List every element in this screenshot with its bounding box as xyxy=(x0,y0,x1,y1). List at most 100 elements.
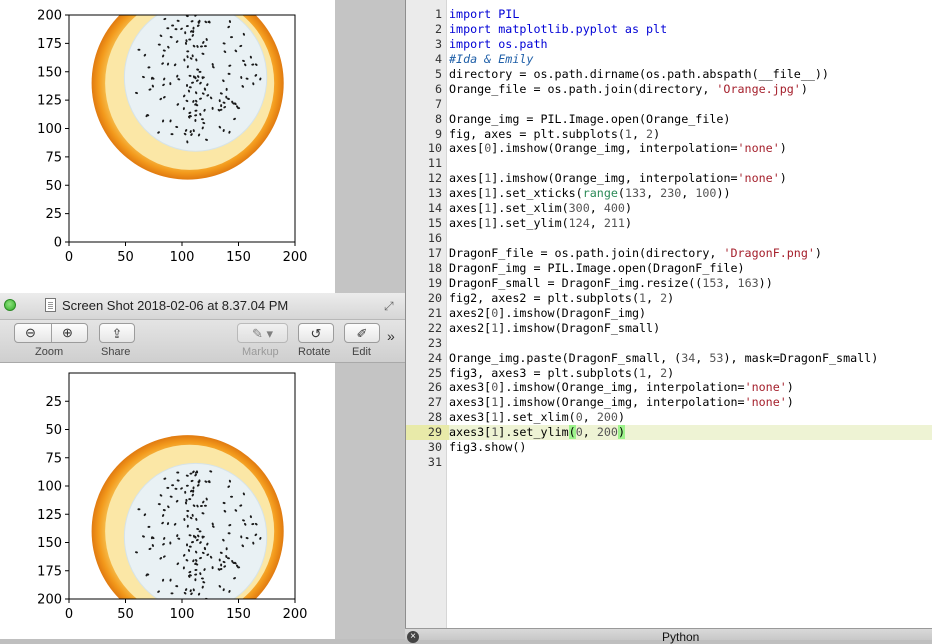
code-line[interactable]: 5 directory = os.path.dirname(os.path.abs… xyxy=(406,67,932,82)
code-line[interactable]: 13 axes[1].set_xticks(range(133, 230, 100… xyxy=(406,186,932,201)
code-token: 163 xyxy=(737,275,759,290)
code-line[interactable]: 12 axes[1].imshow(Orange_img, interpolati… xyxy=(406,171,932,186)
code-line[interactable]: 2 import matplotlib.pyplot as plt xyxy=(406,22,932,37)
document-icon xyxy=(45,298,56,312)
code-area[interactable]: 1 import PIL 2 import matplotlib.pyplot as … xyxy=(406,7,932,470)
code-token: ) xyxy=(653,126,661,141)
code-token: )) xyxy=(716,186,731,201)
code-token: #Ida & Emily xyxy=(449,51,534,66)
code-line[interactable]: 20 fig2, axes2 = plt.subplots(1, 2) xyxy=(406,291,932,306)
code-line[interactable]: 21 axes2[0].imshow(DragonF_img) xyxy=(406,306,932,321)
code-token: , xyxy=(681,186,696,201)
code-token: axes2[ xyxy=(449,305,492,320)
code-token: ) xyxy=(667,365,675,380)
line-number: 17 xyxy=(427,246,442,260)
code-line[interactable]: 25 fig3, axes3 = plt.subplots(1, 2) xyxy=(406,366,932,381)
markup-button[interactable]: ✎ ▾ xyxy=(237,323,288,343)
code-line[interactable]: 16 xyxy=(406,231,932,246)
code-token: fig3.show() xyxy=(449,440,527,455)
code-line[interactable]: 3 import os.path xyxy=(406,37,932,52)
fullscreen-icon[interactable]: ⤢ xyxy=(384,299,398,313)
code-token: 1 xyxy=(639,290,647,305)
code-token: ) xyxy=(617,410,625,425)
code-token: ].imshow(Orange_img, interpolation= xyxy=(498,395,745,410)
code-line[interactable]: 19 DragonF_small = DragonF_img.resize((15… xyxy=(406,276,932,291)
code-token: 300 xyxy=(568,201,590,216)
code-line[interactable]: 29 axes3[1].set_ylim(0, 200) xyxy=(406,425,932,441)
code-line[interactable]: 11 xyxy=(406,156,932,171)
code-line[interactable]: 9 fig, axes = plt.subplots(1, 2) xyxy=(406,127,932,142)
code-token: ].imshow(Orange_img, interpolation= xyxy=(498,380,745,395)
share-button[interactable]: ⇪ xyxy=(99,323,135,343)
code-token: Orange_img.paste(DragonF_small, ( xyxy=(449,350,682,365)
code-line[interactable]: 23 xyxy=(406,336,932,351)
code-token: axes[ xyxy=(449,216,485,231)
code-token: , xyxy=(582,410,597,425)
code-line[interactable]: 14 axes[1].set_xlim(300, 400) xyxy=(406,201,932,216)
toolbar-overflow-chevron-icon[interactable]: » xyxy=(387,328,395,344)
dragonfruit-seed xyxy=(195,11,198,15)
rotate-icon: ↺ xyxy=(310,325,322,341)
line-number: 15 xyxy=(427,216,442,231)
y-tick-label: 75 xyxy=(45,150,62,165)
line-number: 14 xyxy=(427,201,442,216)
x-tick-label: 200 xyxy=(283,250,308,265)
code-line[interactable]: 7 xyxy=(406,97,932,112)
close-icon[interactable]: × xyxy=(407,631,419,643)
code-token: ].set_ylim( xyxy=(491,216,569,231)
code-line[interactable]: 17 DragonF_file = os.path.join(directory,… xyxy=(406,246,932,261)
code-line[interactable]: 4 #Ida & Emily xyxy=(406,52,932,67)
line-number: 6 xyxy=(434,81,442,96)
y-tick-label: 125 xyxy=(37,94,62,109)
zoom-window-button[interactable] xyxy=(4,299,16,311)
code-line[interactable]: 22 axes2[1].imshow(DragonF_small) xyxy=(406,321,932,336)
preview-titlebar[interactable]: Screen Shot 2018-02-06 at 8.37.04 PM ⤢ xyxy=(0,293,405,320)
code-token: , xyxy=(582,425,597,440)
rotate-button[interactable]: ↺ xyxy=(298,323,334,343)
code-line[interactable]: 28 axes3[1].set_xlim(0, 200) xyxy=(406,410,932,425)
code-token: 'none' xyxy=(744,380,787,395)
code-token: ) xyxy=(779,141,787,156)
code-token: directory = os.path.dirname(os.path.absp… xyxy=(449,66,829,81)
dragonfruit-seed xyxy=(186,599,188,602)
orange-with-dragonfruit-image xyxy=(69,373,295,602)
code-line[interactable]: 31 xyxy=(406,455,932,470)
dragonfruit-seed xyxy=(209,10,213,13)
code-line[interactable]: 6 Orange_file = os.path.join(directory, '… xyxy=(406,82,932,97)
markup-icon: ✎ ▾ xyxy=(251,325,274,341)
code-line[interactable]: 18 DragonF_img = PIL.Image.open(DragonF_f… xyxy=(406,261,932,276)
code-token: axes3[ xyxy=(449,380,492,395)
code-token: ) xyxy=(814,246,822,260)
code-line[interactable]: 8 Orange_img = PIL.Image.open(Orange_file… xyxy=(406,112,932,127)
code-token: ].set_xlim( xyxy=(498,410,576,425)
code-line[interactable]: 26 axes3[0].imshow(Orange_img, interpolat… xyxy=(406,380,932,395)
code-token: 'none' xyxy=(744,395,787,410)
code-token: axes[ xyxy=(449,171,485,186)
code-editor[interactable]: 1 import PIL 2 import matplotlib.pyplot as … xyxy=(405,0,932,628)
code-line[interactable]: 10 axes[0].imshow(Orange_img, interpolati… xyxy=(406,141,932,156)
code-line[interactable]: 24 Orange_img.paste(DragonF_small, (34, 5… xyxy=(406,351,932,366)
x-tick-label: 200 xyxy=(283,607,308,622)
line-number: 24 xyxy=(427,350,442,365)
code-line[interactable]: 27 axes3[1].imshow(Orange_img, interpolat… xyxy=(406,395,932,410)
code-token: 'Orange.jpg' xyxy=(716,81,801,96)
code-token: ) xyxy=(617,425,625,440)
code-token: axes3[ xyxy=(449,410,492,425)
code-token: range xyxy=(582,186,618,201)
edit-button[interactable]: ✐ xyxy=(344,323,380,343)
y-tick-label: 150 xyxy=(37,536,62,551)
code-token: axes3[ xyxy=(449,395,492,410)
zoom-out-icon[interactable]: ⊖ xyxy=(25,326,36,339)
code-token: 'none' xyxy=(737,171,780,186)
code-token: DragonF_small = DragonF_img.resize(( xyxy=(449,275,703,290)
line-number: 21 xyxy=(427,305,442,320)
edit-label: Edit xyxy=(352,346,371,358)
code-line[interactable]: 15 axes[1].set_ylim(124, 211) xyxy=(406,216,932,231)
code-line[interactable]: 30 fig3.show() xyxy=(406,440,932,455)
zoom-in-icon[interactable]: ⊕ xyxy=(62,326,73,339)
code-line[interactable]: 1 import PIL xyxy=(406,7,932,22)
code-token: 211 xyxy=(603,216,625,231)
code-token: ) xyxy=(779,171,787,186)
x-tick-label: 50 xyxy=(117,607,134,622)
code-token: axes3[ xyxy=(449,425,492,440)
